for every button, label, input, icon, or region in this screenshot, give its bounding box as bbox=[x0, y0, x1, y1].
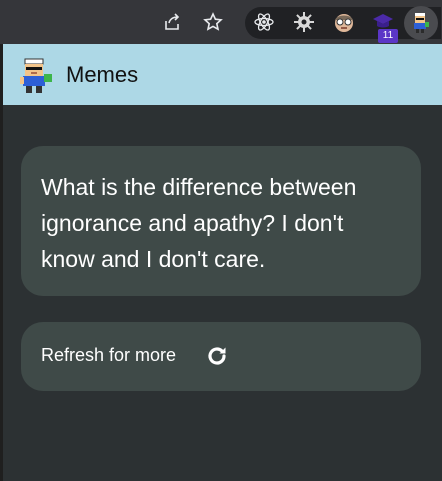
react-devtools-icon[interactable] bbox=[252, 10, 276, 34]
popup-header: Memes bbox=[3, 44, 442, 105]
memes-extension-button[interactable] bbox=[404, 6, 438, 40]
joke-text: What is the difference between ignorance… bbox=[41, 174, 357, 272]
share-icon[interactable] bbox=[160, 10, 184, 34]
refresh-icon[interactable] bbox=[205, 344, 229, 368]
joke-card: What is the difference between ignorance… bbox=[21, 146, 421, 296]
memes-extension-icon bbox=[414, 13, 429, 33]
app-logo bbox=[20, 58, 52, 93]
extension-badge: 11 bbox=[378, 29, 398, 43]
app-title: Memes bbox=[66, 62, 139, 87]
extension-popup: Memes What is the difference between ign… bbox=[3, 44, 442, 481]
face-extension-icon[interactable] bbox=[332, 10, 356, 34]
gear-extension-icon[interactable] bbox=[292, 10, 316, 34]
browser-toolbar: 11 bbox=[0, 0, 442, 44]
refresh-button[interactable]: Refresh for more bbox=[21, 322, 421, 391]
star-icon[interactable] bbox=[201, 10, 225, 34]
refresh-label: Refresh for more bbox=[41, 345, 177, 365]
